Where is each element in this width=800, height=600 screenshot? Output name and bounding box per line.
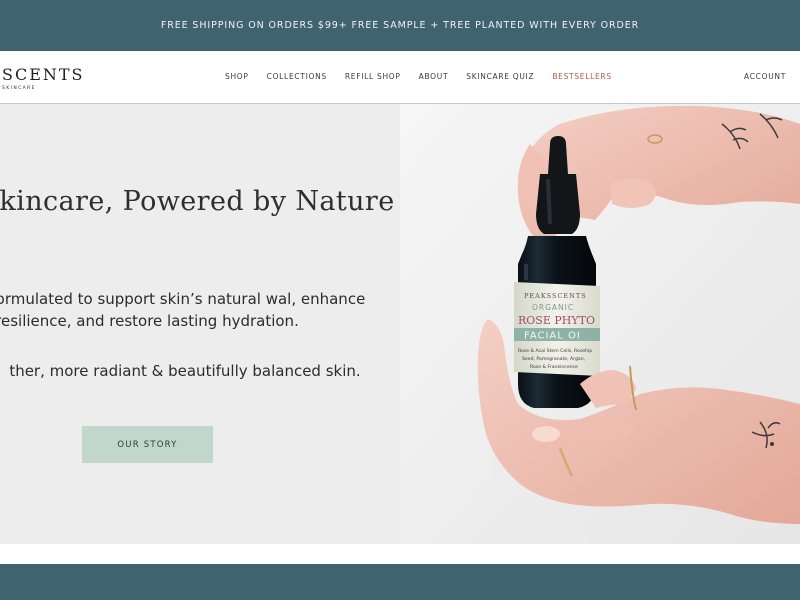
- hero-description: ghtfully formulated to support skin’s na…: [0, 290, 366, 330]
- account-link[interactable]: ACCOUNT: [744, 72, 786, 81]
- logo[interactable]: SCENTS: [2, 65, 85, 84]
- logo-tagline: SKINCARE: [2, 86, 36, 91]
- site-header: SCENTS SKINCARE SHOP COLLECTIONS REFILL …: [0, 51, 800, 104]
- nav-refill-shop[interactable]: REFILL SHOP: [345, 72, 401, 81]
- promo-banner: FREE SHIPPING ON ORDERS $99+ FREE SAMPLE…: [0, 0, 800, 51]
- label-ingredients-3: Rose & Frankincense: [530, 364, 578, 370]
- page: SCENTS SKINCARE SHOP COLLECTIONS REFILL …: [0, 51, 800, 564]
- label-ingredients-2: Seed, Pomegranate, Argan,: [522, 356, 586, 362]
- nav-bestsellers[interactable]: BESTSELLERS: [552, 72, 612, 81]
- nav-skincare-quiz[interactable]: SKINCARE QUIZ: [466, 72, 534, 81]
- hero-image: PEAKSSCENTS ORGANIC ROSE PHYTO FACIAL OI…: [400, 104, 800, 544]
- label-ingredients-1: Rose & Acai Stem Cells, Rosehip: [518, 348, 592, 354]
- nav-collections[interactable]: COLLECTIONS: [267, 72, 327, 81]
- hero-headline: igent Skincare, Powered by Nature: [0, 186, 395, 217]
- label-brand: PEAKSSCENTS: [524, 292, 587, 300]
- nav-about[interactable]: ABOUT: [419, 72, 449, 81]
- hero-text-panel: igent Skincare, Powered by Nature ghtful…: [0, 104, 400, 544]
- main-nav: SHOP COLLECTIONS REFILL SHOP ABOUT SKINC…: [225, 72, 612, 81]
- product-photo: PEAKSSCENTS ORGANIC ROSE PHYTO FACIAL OI…: [400, 104, 800, 544]
- section-divider: [0, 544, 800, 564]
- label-product-type: FACIAL OI: [524, 331, 581, 342]
- promo-text: FREE SHIPPING ON ORDERS $99+ FREE SAMPLE…: [160, 20, 640, 31]
- our-story-button[interactable]: OUR STORY: [82, 426, 213, 463]
- label-product-name: ROSE PHYTO: [518, 314, 595, 327]
- label-organic: ORGANIC: [532, 303, 574, 312]
- nav-shop[interactable]: SHOP: [225, 72, 249, 81]
- hero-description-secondary: ther, more radiant & beautifully balance…: [9, 362, 361, 380]
